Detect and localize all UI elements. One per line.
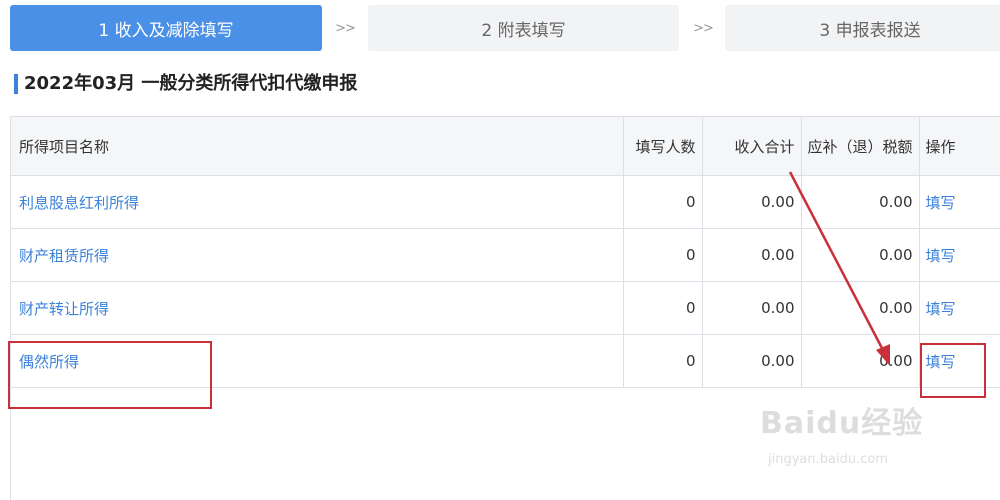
watermark-logo: Baidu经验 xyxy=(760,406,924,441)
watermark-url: jingyan.baidu.com xyxy=(768,452,888,467)
page: 1 收入及减除填写 >> 2 附表填写 >> 3 申报表报送 2022年03月 … xyxy=(0,0,1000,500)
watermark: Baidu经验 jingyan.baidu.com xyxy=(760,398,960,488)
